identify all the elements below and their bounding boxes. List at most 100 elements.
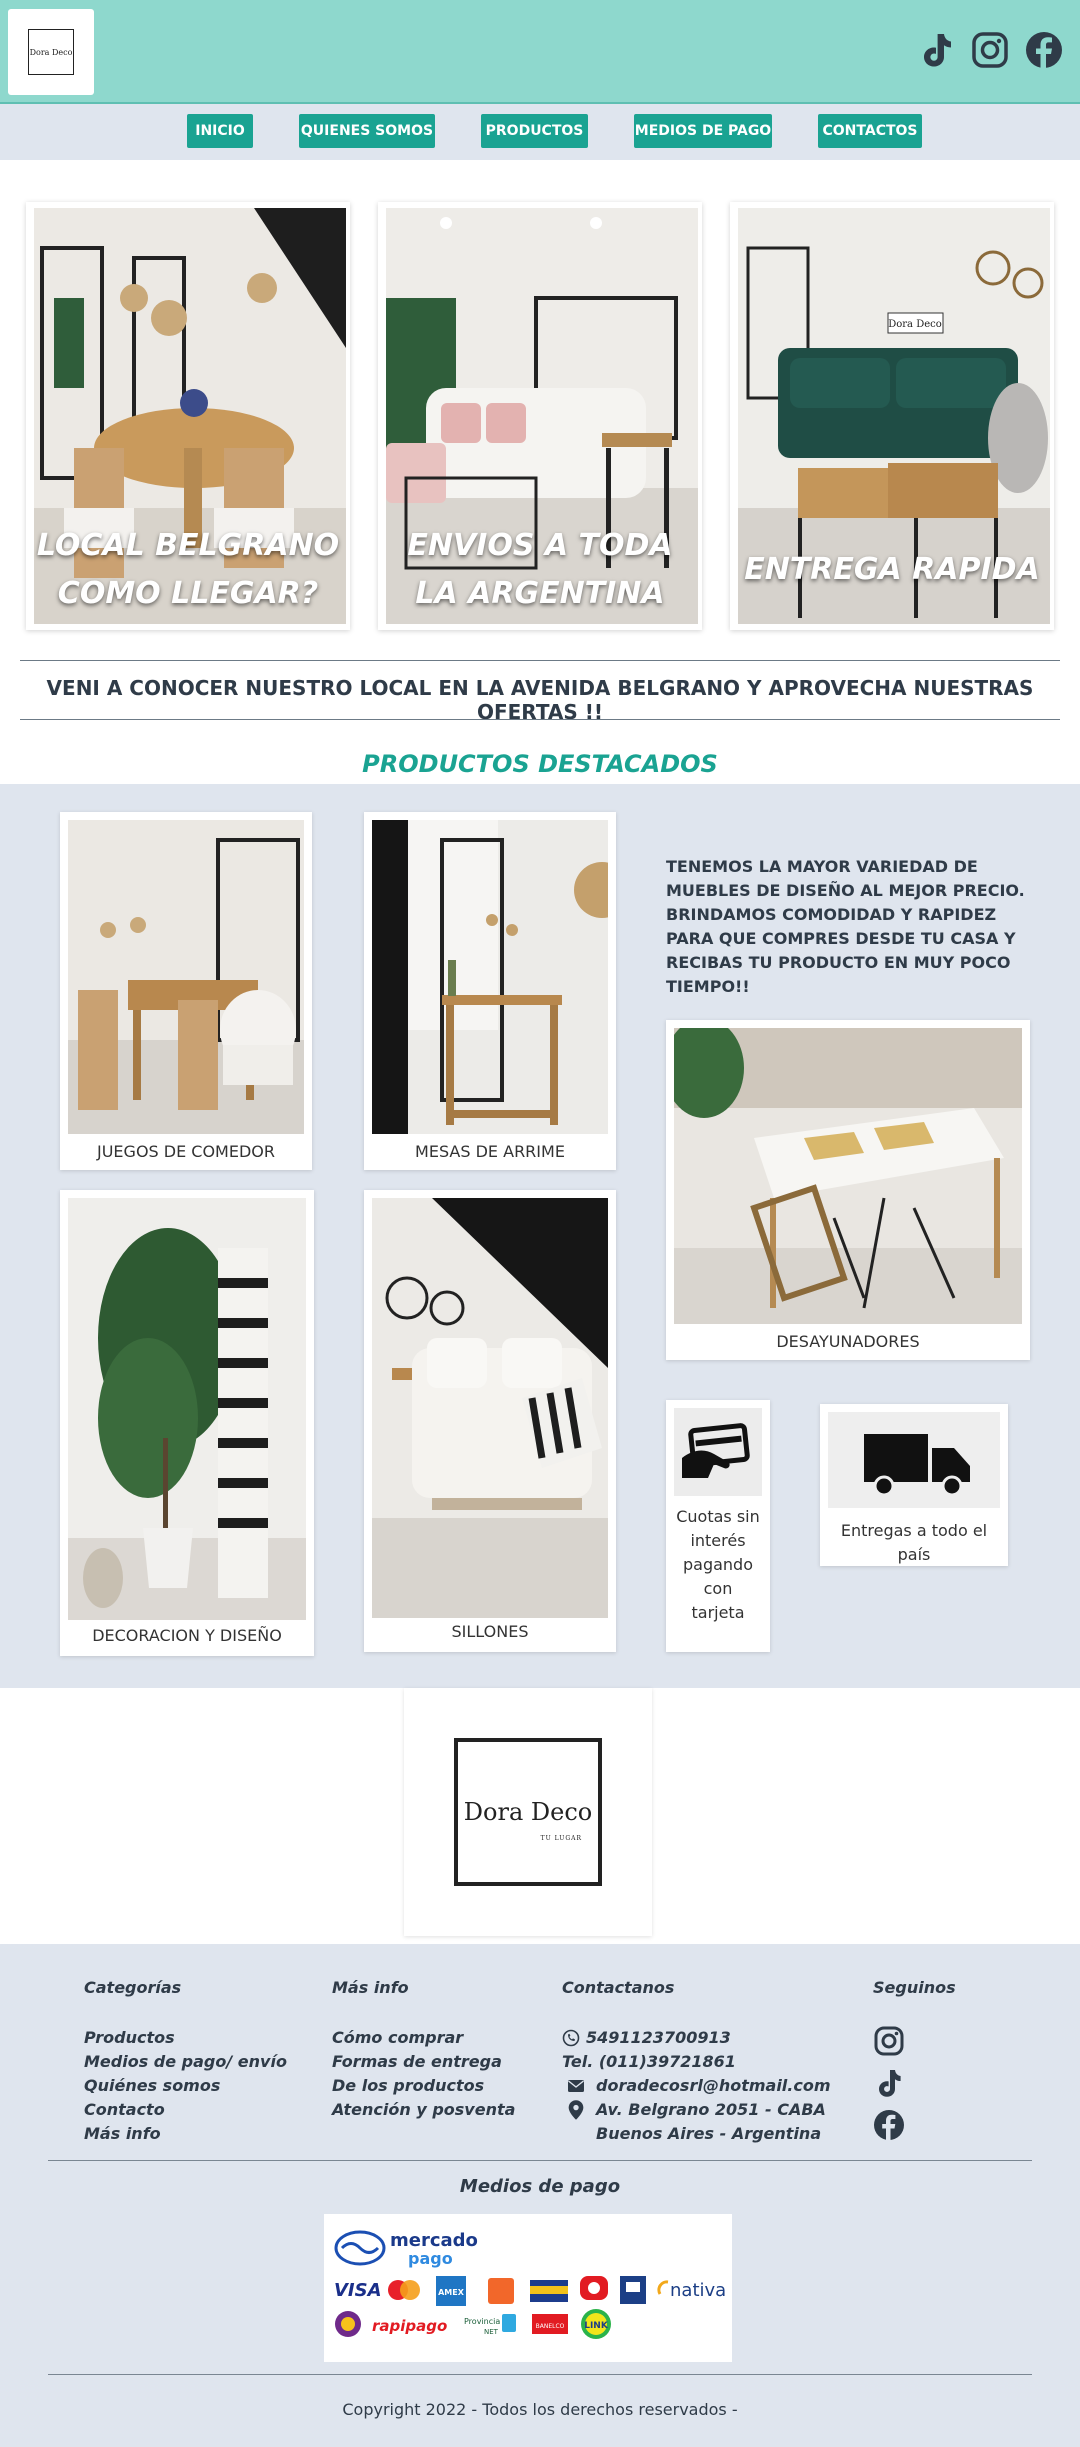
svg-text:NET: NET [484,2328,499,2336]
header-social-links [916,30,1064,70]
payment-methods-title: Medios de pago [459,2176,621,2197]
hero-card-envios[interactable]: ENVIOS A TODA LA ARGENTINA [378,202,702,630]
product-image-comedor [68,820,304,1134]
card-hand-icon [674,1408,762,1496]
svg-text:Provincia: Provincia [464,2317,500,2326]
product-image-arrime [372,820,608,1134]
footer-link-atencion-posventa[interactable]: Atención y posventa [332,2098,515,2122]
brand-logo-text: Dora Deco [463,1798,593,1826]
brand-logo-subtitle: TU LUGAR [540,1835,582,1842]
naranja-logo [488,2278,514,2304]
footer-email[interactable]: doradecosrl@hotmail.com [562,2074,831,2098]
footer-link-de-los-productos[interactable]: De los productos [332,2074,515,2098]
brand-logo-card: Dora Deco TU LUGAR [404,1688,652,1936]
product-card-decoracion[interactable]: DECORACION Y DISEÑO [60,1190,314,1656]
promo-banner: VENI A CONOCER NUESTRO LOCAL EN LA AVENI… [46,676,1034,724]
footer-link-medios-de-pago[interactable]: Medios de pago/ envío [84,2050,287,2074]
product-card-arrime[interactable]: MESAS DE ARRIME [364,812,616,1170]
divider-top [20,660,1060,661]
logo-mark: Dora Deco [28,29,74,75]
product-label-desayunadores: DESAYUNADORES [776,1332,920,1351]
footer-divider-2 [48,2374,1032,2375]
nav-quienes-somos[interactable]: QUIENES SOMOS [299,114,435,148]
footer-more-info-heading: Más info [332,1978,409,1997]
footer-link-mas-info[interactable]: Más info [84,2122,287,2146]
divider-bottom [20,719,1060,720]
payment-methods-box: mercado pago VISA AMEX nativa rapipago P… [324,2214,732,2362]
benefit-label-cuotas: Cuotas sin interés pagando con tarjeta [676,1507,760,1622]
location-pin-icon [568,2100,584,2120]
product-label-sillones: SILLONES [451,1622,529,1641]
facebook-icon[interactable] [872,2108,906,2142]
footer-follow-heading: Seguinos [873,1978,956,1997]
product-image-desayunadores [674,1028,1022,1324]
product-card-sillones[interactable]: SILLONES [364,1190,616,1652]
featured-products-title: PRODUCTOS DESTACADOS [362,750,718,778]
footer-divider-1 [48,2160,1032,2161]
svg-text:rapipago: rapipago [372,2317,447,2335]
footer-contact-list: 5491123700913 Tel. (011)39721861 doradec… [562,2026,831,2146]
footer-link-productos[interactable]: Productos [84,2026,287,2050]
footer-address-line2: Buenos Aires - Argentina [596,2124,822,2143]
footer-more-info-list: Cómo comprar Formas de entrega De los pr… [332,2026,515,2122]
product-card-desayunadores[interactable]: DESAYUNADORES [666,1020,1030,1360]
link-logo: LINK [581,2309,611,2339]
product-label-arrime: MESAS DE ARRIME [415,1142,565,1161]
hero-card-entrega[interactable]: Dora Deco ENTREGA RAPIDA [730,202,1054,630]
footer-phone[interactable]: Tel. (011)39721861 [562,2050,831,2074]
provincia-net-logo: Provincia NET [464,2314,516,2336]
instagram-icon[interactable] [970,30,1010,70]
benefit-card-envios: Entregas a todo el país [820,1404,1008,1566]
instagram-icon[interactable] [872,2024,906,2058]
nav-productos[interactable]: PRODUCTOS [481,114,588,148]
nav-inicio[interactable]: INICIO [187,114,253,148]
benefit-label-envios: Entregas a todo el país [840,1521,988,1564]
footer-social-links [872,2024,906,2150]
argencard-logo [580,2276,608,2300]
whatsapp-icon [562,2029,580,2047]
footer-address: Av. Belgrano 2051 - CABA [562,2098,831,2122]
cabal-logo [620,2276,646,2304]
envelope-icon [568,2080,584,2092]
product-image-decoracion [68,1198,306,1620]
brand-logo: Dora Deco TU LUGAR [454,1738,602,1886]
nativa-logo: nativa [657,2280,726,2301]
nav-contactos[interactable]: CONTACTOS [818,114,922,148]
hero-card-local[interactable]: LOCAL BELGRANO COMO LLEGAR? [26,202,350,630]
svg-text:LINK: LINK [584,2321,609,2331]
svg-text:AMEX: AMEX [438,2288,465,2297]
svg-text:BANELCO: BANELCO [536,2323,565,2330]
featured-description: TENEMOS LA MAYOR VARIEDAD DE MUEBLES DE … [666,857,1025,996]
nav-medios-de-pago[interactable]: MEDIOS DE PAGO [634,114,772,148]
banelco-logo: BANELCO [532,2314,568,2334]
footer-whatsapp[interactable]: 5491123700913 [562,2026,831,2050]
facebook-icon[interactable] [1024,30,1064,70]
footer-contact-heading: Contactanos [562,1978,675,1997]
footer-link-quienes-somos[interactable]: Quiénes somos [84,2074,287,2098]
brand-logo-section: Dora Deco TU LUGAR [0,1688,1080,1944]
main-nav: INICIO QUIENES SOMOS PRODUCTOS MEDIOS DE… [0,104,1080,160]
footer-link-como-comprar[interactable]: Cómo comprar [332,2026,515,2050]
footer-categories-list: Productos Medios de pago/ envío Quiénes … [84,2026,287,2146]
tiktok-icon[interactable] [916,30,956,70]
footer-link-contacto[interactable]: Contacto [84,2098,287,2122]
site-logo[interactable]: Dora Deco [8,9,94,95]
product-label-decoracion: DECORACION Y DISEÑO [92,1626,282,1645]
amex-logo: AMEX [436,2276,466,2306]
product-label-comedor: JUEGOS DE COMEDOR [97,1142,275,1161]
mercadopago-logo: mercado pago [334,2230,478,2268]
product-image-sillones [372,1198,608,1618]
hero-title-local: LOCAL BELGRANO COMO LLEGAR? [36,528,340,611]
footer-link-formas-de-entrega[interactable]: Formas de entrega [332,2050,515,2074]
svg-text:Dora Deco: Dora Deco [888,319,942,330]
tiktok-icon[interactable] [872,2066,906,2100]
hero-title-envios: ENVIOS A TODA LA ARGENTINA [407,528,673,611]
site-header: Dora Deco [0,0,1080,104]
product-card-comedor[interactable]: JUEGOS DE COMEDOR [60,812,312,1170]
svg-text:pago: pago [408,2249,453,2268]
truck-icon [828,1412,1000,1508]
visa-logo: VISA [334,2280,382,2301]
copyright-text: Copyright 2022 - Todos los derechos rese… [342,2400,738,2419]
hero-title-entrega: ENTREGA RAPIDA [744,552,1040,587]
shopping-card-logo [530,2280,568,2302]
